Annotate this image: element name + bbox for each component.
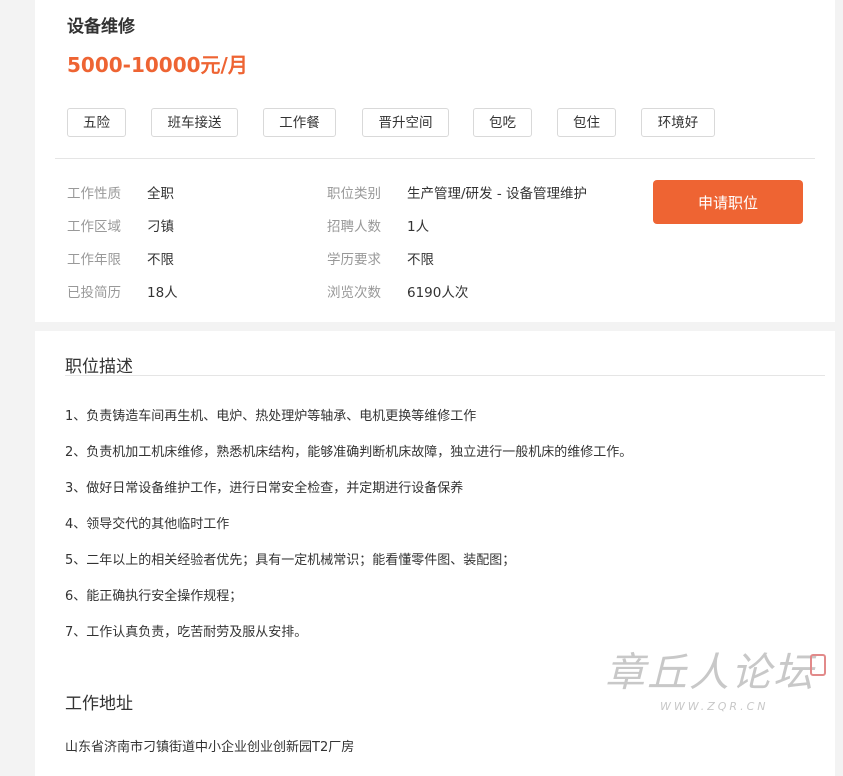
- info-value-education: 不限: [407, 252, 434, 268]
- info-value-job-type: 全职: [147, 186, 174, 202]
- info-label-work-area: 工作区域: [67, 219, 121, 235]
- info-value-category: 生产管理/研发 - 设备管理维护: [407, 186, 588, 202]
- tag-meals: 工作餐: [263, 108, 336, 137]
- info-value-work-area: 刁镇: [147, 219, 174, 235]
- info-label-experience: 工作年限: [67, 252, 121, 268]
- info-value-headcount: 1人: [407, 219, 430, 235]
- description-divider: [65, 375, 825, 376]
- description-line-6: 6、能正确执行安全操作规程；: [65, 589, 243, 604]
- info-value-views: 6190人次: [407, 285, 469, 301]
- description-line-3: 3、做好日常设备维护工作，进行日常安全检查，并定期进行设备保养: [65, 481, 464, 496]
- job-summary-card: 设备维修 5000-10000元/月 五险 班车接送 工作餐 晋升空间 包吃 包…: [35, 0, 835, 322]
- work-address: 山东省济南市刁镇街道中小企业创业创新园T2厂房: [65, 740, 355, 755]
- description-line-4: 4、领导交代的其他临时工作: [65, 517, 230, 532]
- job-detail-card: 职位描述 1、负责铸造车间再生机、电炉、热处理炉等轴承、电机更换等维修工作 2、…: [35, 331, 835, 776]
- tag-shuttle: 班车接送: [151, 108, 238, 137]
- tag-promotion: 晋升空间: [362, 108, 449, 137]
- tag-environment: 环境好: [641, 108, 715, 137]
- tag-food: 包吃: [473, 108, 532, 137]
- description-line-2: 2、负责机加工机床维修，熟悉机床结构，能够准确判断机床故障，独立进行一般机床的维…: [65, 445, 633, 460]
- description-line-7: 7、工作认真负责，吃苦耐劳及服从安排。: [65, 625, 308, 640]
- tag-housing: 包住: [557, 108, 616, 137]
- description-line-1: 1、负责铸造车间再生机、电炉、热处理炉等轴承、电机更换等维修工作: [65, 409, 477, 424]
- info-label-views: 浏览次数: [327, 285, 381, 301]
- info-label-job-type: 工作性质: [67, 186, 121, 202]
- info-label-category: 职位类别: [327, 186, 381, 202]
- apply-job-button[interactable]: 申请职位: [653, 180, 803, 224]
- tag-insurance: 五险: [67, 108, 126, 137]
- description-title: 职位描述: [65, 357, 133, 377]
- address-title: 工作地址: [65, 694, 133, 714]
- info-value-applications: 18人: [147, 285, 178, 301]
- info-label-headcount: 招聘人数: [327, 219, 381, 235]
- info-value-experience: 不限: [147, 252, 174, 268]
- job-title: 设备维修: [67, 17, 135, 37]
- info-label-education: 学历要求: [327, 252, 381, 268]
- salary: 5000-10000元/月: [67, 53, 248, 77]
- description-line-5: 5、二年以上的相关经验者优先；具有一定机械常识；能看懂零件图、装配图；: [65, 553, 516, 568]
- info-label-applications: 已投简历: [67, 285, 121, 301]
- divider: [55, 158, 815, 159]
